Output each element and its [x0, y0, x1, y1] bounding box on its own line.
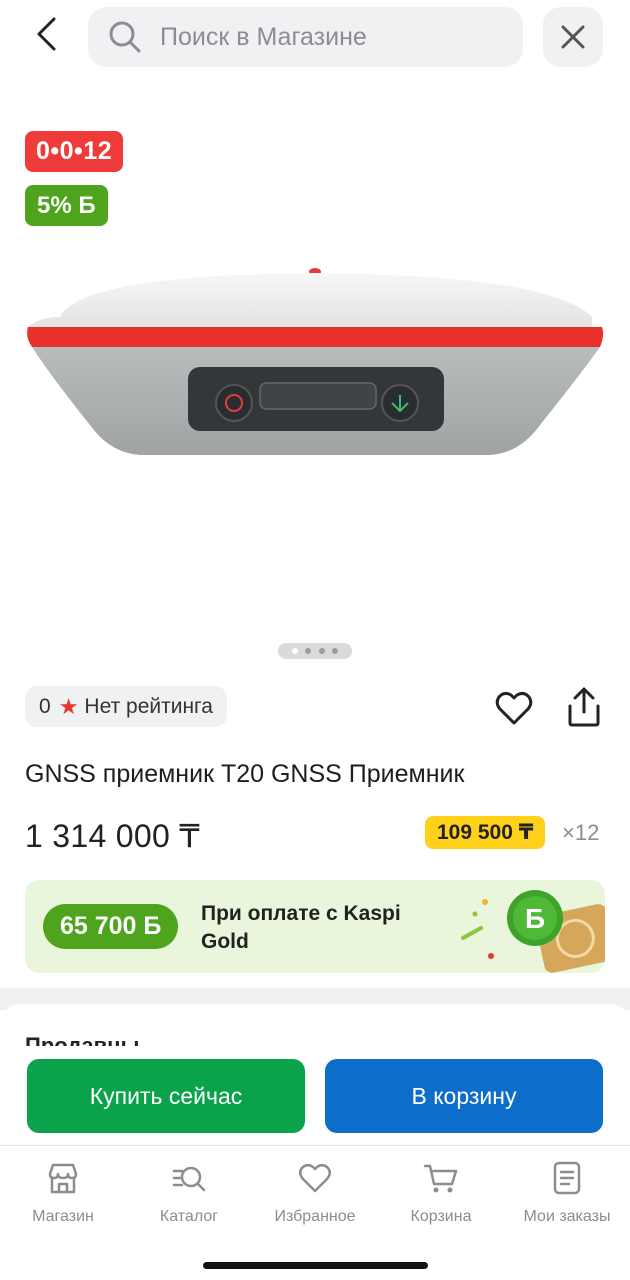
tab-favorites[interactable]: Избранное — [252, 1160, 378, 1226]
tab-label: Магазин — [32, 1208, 94, 1225]
rating-label: Нет рейтинга — [84, 694, 213, 718]
share-button[interactable] — [564, 686, 604, 728]
store-icon — [48, 1163, 78, 1194]
close-button[interactable] — [543, 7, 603, 67]
promo-timer-badge: 0•0•12 — [25, 131, 124, 172]
heart-icon — [495, 691, 533, 725]
close-icon — [561, 25, 585, 49]
tab-store[interactable]: Магазин — [0, 1160, 126, 1226]
cart-icon — [423, 1164, 458, 1193]
tab-label: Избранное — [274, 1208, 356, 1225]
pager-dot[interactable] — [305, 648, 312, 654]
product-image[interactable] — [20, 255, 610, 470]
product-title: GNSS приемник T20 GNSS Приемник — [25, 760, 465, 788]
tab-label: Каталог — [159, 1208, 219, 1225]
favorite-button[interactable] — [494, 688, 534, 728]
search-bar[interactable] — [88, 7, 523, 67]
back-button[interactable] — [24, 12, 68, 56]
kaspi-gold-text: При оплате с Kaspi Gold — [201, 902, 401, 953]
bonus-amount-badge: 65 700 Б — [43, 904, 179, 949]
share-icon — [568, 687, 600, 727]
add-to-cart-button[interactable]: В корзину — [325, 1059, 603, 1133]
pager-dot[interactable] — [318, 648, 325, 654]
star-icon: ★ — [58, 693, 79, 719]
svg-text:Б: Б — [525, 903, 545, 934]
pager-dot[interactable] — [291, 648, 298, 654]
rating-chip[interactable]: 0 ★ Нет рейтинга — [25, 686, 227, 727]
tab-cart[interactable]: Корзина — [378, 1160, 504, 1226]
home-indicator[interactable] — [203, 1262, 428, 1269]
pager-dot[interactable] — [332, 648, 339, 654]
tab-orders[interactable]: Мои заказы — [504, 1160, 630, 1226]
heart-icon — [299, 1164, 331, 1193]
installment-months: ×12 — [562, 820, 600, 845]
kaspi-gold-card-icon: Б — [461, 890, 605, 973]
buy-now-button[interactable]: Купить сейчас — [27, 1059, 305, 1133]
orders-icon — [553, 1161, 581, 1195]
catalog-search-icon — [172, 1166, 206, 1192]
top-bar — [0, 0, 630, 74]
tab-catalog[interactable]: Каталог — [126, 1160, 252, 1226]
tab-label: Корзина — [410, 1208, 472, 1225]
bottom-tab-bar: Магазин Каталог Избранное Корзина Мои за… — [0, 1145, 630, 1280]
installment-price-badge[interactable]: 109 500 ₸ — [425, 816, 546, 849]
search-icon — [108, 20, 142, 54]
tab-label: Мои заказы — [523, 1208, 611, 1225]
bonus-badge: 5% Б — [25, 185, 108, 226]
sellers-section-heading: Продавцы — [25, 1034, 139, 1046]
search-input[interactable] — [160, 22, 500, 52]
image-pager[interactable] — [278, 643, 352, 659]
chevron-left-icon — [37, 17, 56, 51]
product-price: 1 314 000 ₸ — [25, 818, 200, 854]
rating-value: 0 — [39, 694, 51, 718]
gnss-receiver-illustration — [27, 268, 604, 455]
kaspi-gold-banner[interactable]: 65 700 Б При оплате с Kaspi Gold Б — [25, 880, 605, 973]
